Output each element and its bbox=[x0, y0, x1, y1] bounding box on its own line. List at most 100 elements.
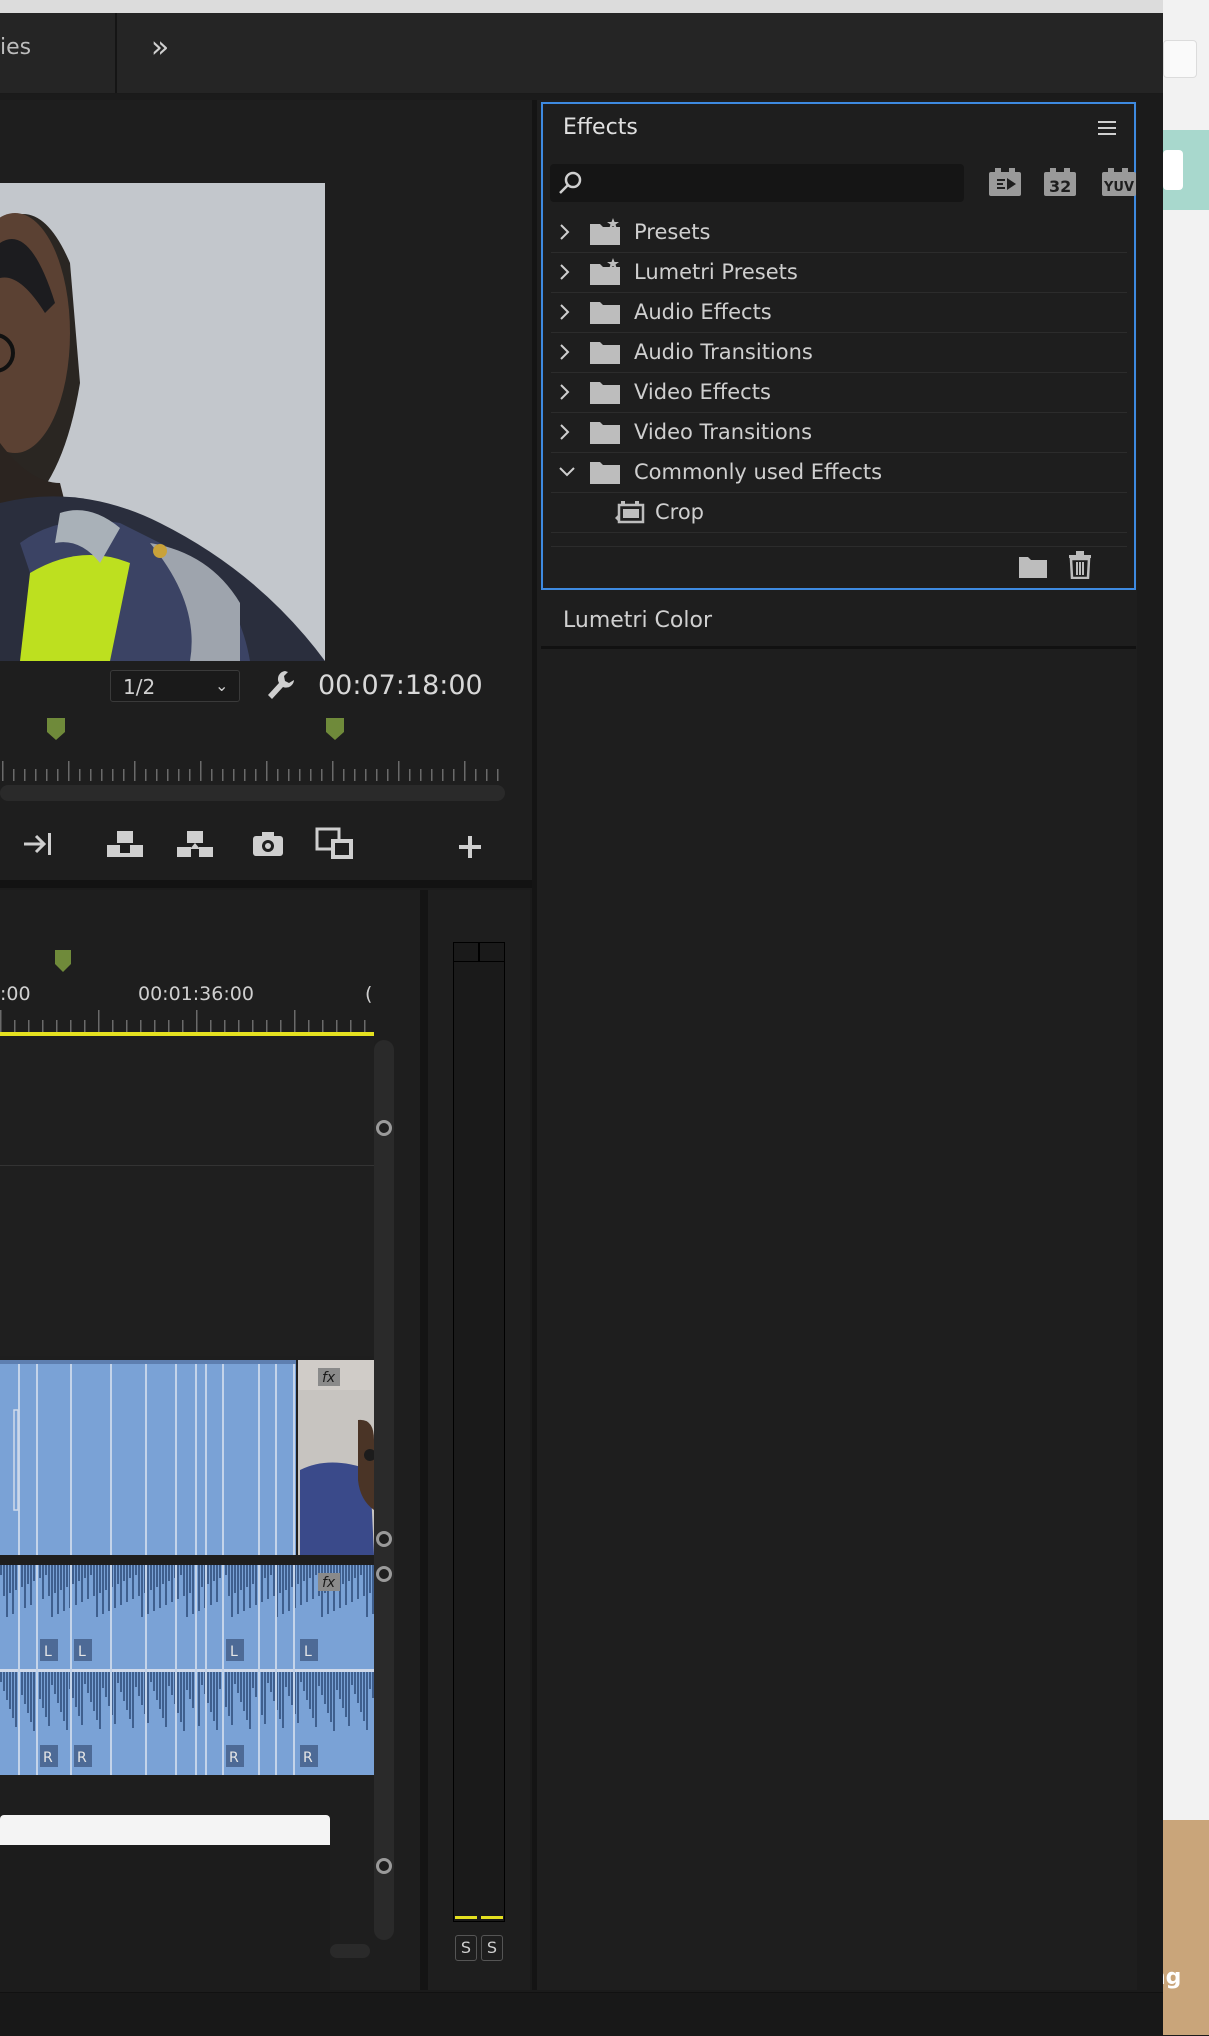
chevron-right-icon[interactable] bbox=[557, 222, 573, 242]
effects-search-input[interactable] bbox=[550, 164, 964, 202]
solo-right-button[interactable]: S bbox=[481, 1935, 503, 1961]
audio-track-clips[interactable]: fx L R L R L R L R bbox=[0, 1565, 374, 1775]
add-button-icon[interactable] bbox=[450, 830, 490, 864]
waveform-bar bbox=[39, 1672, 41, 1699]
extract-icon[interactable] bbox=[175, 827, 215, 861]
waveform-bar bbox=[87, 1672, 89, 1693]
wrench-icon[interactable] bbox=[265, 668, 295, 702]
32-bit-icon[interactable]: 32 bbox=[1042, 168, 1078, 198]
marker-icon[interactable] bbox=[55, 950, 71, 972]
comparison-view-icon[interactable] bbox=[315, 827, 355, 861]
track-height-handle[interactable] bbox=[376, 1531, 392, 1547]
track-height-handle[interactable] bbox=[376, 1858, 392, 1874]
waveform-bar bbox=[129, 1672, 131, 1719]
monitor-zoom-scrollbar[interactable] bbox=[0, 785, 505, 801]
track-height-handle[interactable] bbox=[376, 1566, 392, 1582]
ruler-tick bbox=[294, 1010, 296, 1032]
monitor-time-ruler[interactable] bbox=[0, 755, 505, 783]
tree-item-audio-effects[interactable]: Audio Effects bbox=[551, 292, 1127, 333]
chevron-right-icon[interactable] bbox=[557, 422, 573, 442]
folder-icon bbox=[589, 418, 621, 446]
waveform-bar bbox=[267, 1565, 269, 1599]
waveform-bar bbox=[75, 1672, 77, 1707]
lift-icon[interactable] bbox=[105, 827, 145, 861]
ruler-tick bbox=[343, 769, 345, 781]
effects-panel-title[interactable]: Effects bbox=[563, 115, 638, 140]
tree-item-audio-transitions[interactable]: Audio Transitions bbox=[551, 332, 1127, 373]
panel-divider[interactable] bbox=[0, 880, 532, 888]
clip-edge bbox=[70, 1565, 72, 1775]
waveform-bar bbox=[57, 1565, 59, 1614]
new-bin-icon[interactable] bbox=[1018, 553, 1048, 579]
panel-tab-partial[interactable]: ies bbox=[0, 35, 31, 60]
waveform-bar bbox=[300, 1565, 302, 1605]
fx-badge: fx bbox=[322, 1370, 336, 1386]
clip-edge bbox=[145, 1565, 147, 1775]
waveform-bar bbox=[348, 1565, 350, 1581]
waveform-bar bbox=[342, 1565, 344, 1584]
waveform-bar bbox=[147, 1565, 149, 1614]
hamburger-menu-icon[interactable] bbox=[1098, 119, 1118, 137]
ruler-tick bbox=[134, 761, 136, 781]
chevron-right-icon[interactable] bbox=[557, 382, 573, 402]
ruler-tick bbox=[222, 769, 224, 781]
tab-overflow-button[interactable]: » bbox=[140, 30, 180, 70]
video-track-clips[interactable]: fx bbox=[0, 1360, 376, 1555]
clip-edge bbox=[275, 1360, 277, 1555]
chevron-right-icon[interactable] bbox=[557, 342, 573, 362]
lumetri-color-panel-title[interactable]: Lumetri Color bbox=[563, 608, 712, 633]
ruler-tick bbox=[280, 1020, 282, 1032]
waveform-bar bbox=[39, 1565, 41, 1578]
waveform-bar bbox=[156, 1672, 158, 1700]
tree-item-presets[interactable]: Presets bbox=[551, 212, 1127, 253]
waveform-bar bbox=[177, 1672, 179, 1713]
marker-icon[interactable] bbox=[326, 718, 344, 740]
waveform-bar bbox=[108, 1565, 110, 1611]
timeline-track[interactable] bbox=[0, 1166, 374, 1356]
waveform-bar bbox=[201, 1565, 203, 1587]
timeline-track[interactable] bbox=[0, 1040, 374, 1166]
ruler-tick bbox=[420, 769, 422, 781]
work-area-bar[interactable] bbox=[0, 1032, 374, 1036]
app-right-edge bbox=[1137, 100, 1163, 1990]
chevron-down-icon[interactable] bbox=[557, 462, 575, 482]
ruler-tick bbox=[70, 1020, 72, 1032]
yuv-icon[interactable]: YUV bbox=[1100, 168, 1136, 198]
waveform-bar bbox=[315, 1672, 317, 1727]
ruler-tick bbox=[398, 761, 400, 781]
waveform-bar bbox=[72, 1565, 74, 1584]
tree-item-commonly-used-effects[interactable]: Commonly used Effects bbox=[551, 452, 1127, 493]
clip-edge bbox=[205, 1360, 207, 1555]
trash-icon[interactable] bbox=[1067, 551, 1093, 580]
audio-meter bbox=[453, 942, 505, 1922]
waveform-bar bbox=[309, 1565, 311, 1578]
waveform-bar bbox=[192, 1672, 194, 1708]
chevron-right-icon[interactable] bbox=[557, 262, 573, 282]
panel-divider[interactable] bbox=[420, 890, 428, 1990]
ruler-tick bbox=[364, 1020, 366, 1032]
go-to-out-icon[interactable] bbox=[20, 827, 60, 861]
camera-icon[interactable] bbox=[248, 827, 288, 861]
waveform-bar bbox=[153, 1672, 155, 1691]
program-video-frame[interactable] bbox=[0, 183, 325, 661]
overlay-window-titlebar bbox=[0, 1815, 330, 1845]
waveform-bar bbox=[252, 1672, 254, 1688]
waveform-bar bbox=[231, 1565, 233, 1617]
tree-item-lumetri-presets[interactable]: Lumetri Presets bbox=[551, 252, 1127, 293]
tree-item-label: Lumetri Presets bbox=[634, 260, 798, 284]
chevron-right-icon[interactable] bbox=[557, 302, 573, 322]
timeline-vertical-scrollbar[interactable] bbox=[374, 1040, 394, 1940]
timeline-horizontal-scrollbar[interactable] bbox=[330, 1944, 370, 1958]
accelerated-effects-icon[interactable] bbox=[987, 168, 1023, 198]
channel-right-label: R bbox=[77, 1750, 87, 1766]
program-timecode[interactable]: 00:07:18:00 bbox=[318, 670, 483, 701]
track-height-handle[interactable] bbox=[376, 1120, 392, 1136]
waveform-bar bbox=[303, 1565, 305, 1581]
marker-icon[interactable] bbox=[47, 718, 65, 740]
tree-item-video-effects[interactable]: Video Effects bbox=[551, 372, 1127, 413]
tree-item-crop[interactable]: Crop bbox=[551, 492, 1127, 533]
tree-item-video-transitions[interactable]: Video Transitions bbox=[551, 412, 1127, 453]
solo-left-button[interactable]: S bbox=[455, 1935, 477, 1961]
timeline-time-ruler[interactable] bbox=[0, 1008, 374, 1034]
waveform-bar bbox=[153, 1565, 155, 1611]
